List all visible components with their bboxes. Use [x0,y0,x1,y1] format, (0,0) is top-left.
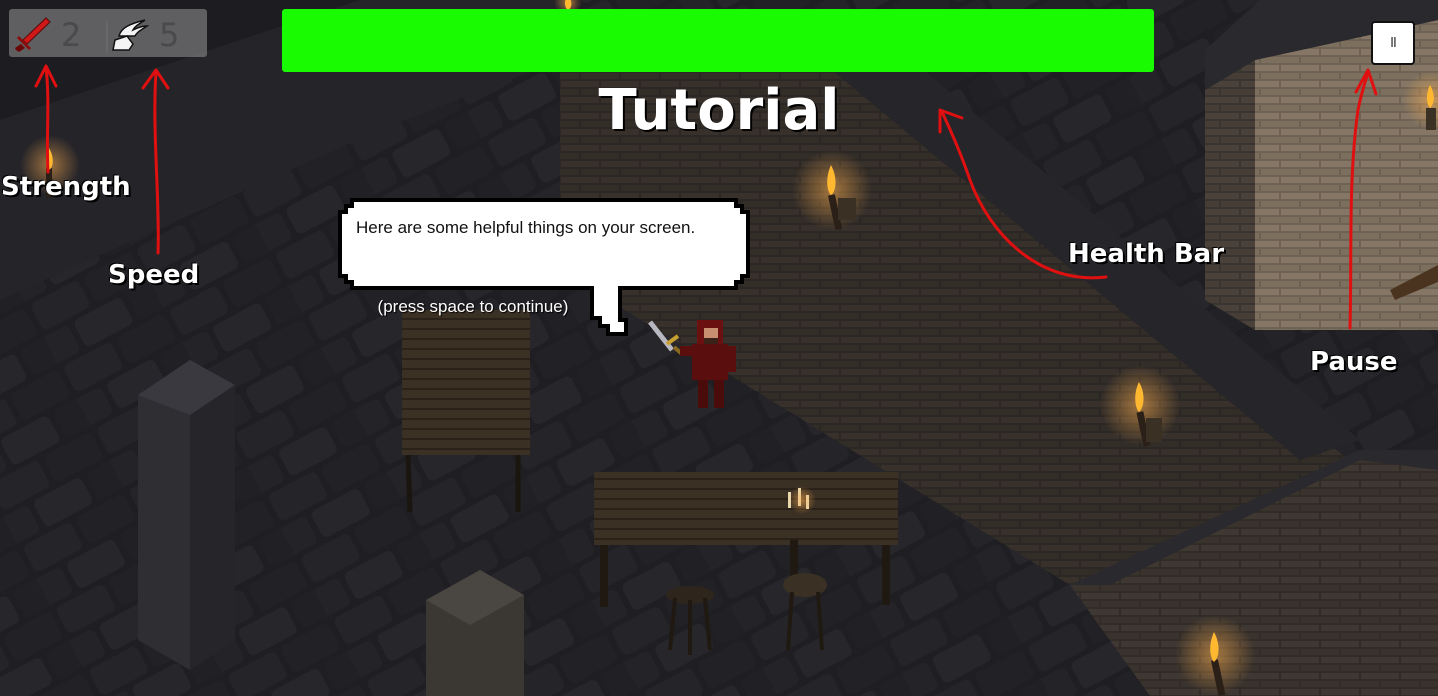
page-title: Tutorial [598,78,840,143]
pause-button[interactable]: II [1371,21,1415,65]
speed-label: Speed [108,260,200,290]
health-bar [282,9,1154,72]
speed-value: 5 [159,16,180,54]
pause-label: Pause [1310,347,1398,377]
dialog-text: Here are some helpful things on your scr… [356,218,696,237]
strength-label: Strength [1,172,131,202]
winged-boot-icon [112,19,149,51]
stats-panel: 2 5 [9,9,207,57]
stats-divider [106,21,108,53]
dialog-continue-hint: (press space to continue) [377,297,569,316]
pause-icon: II [1390,35,1397,51]
strength-value: 2 [61,16,82,54]
health-bar-label: Health Bar [1068,239,1225,269]
sword-icon [15,17,51,52]
health-bar-fill [282,9,1154,72]
torch [792,150,872,230]
